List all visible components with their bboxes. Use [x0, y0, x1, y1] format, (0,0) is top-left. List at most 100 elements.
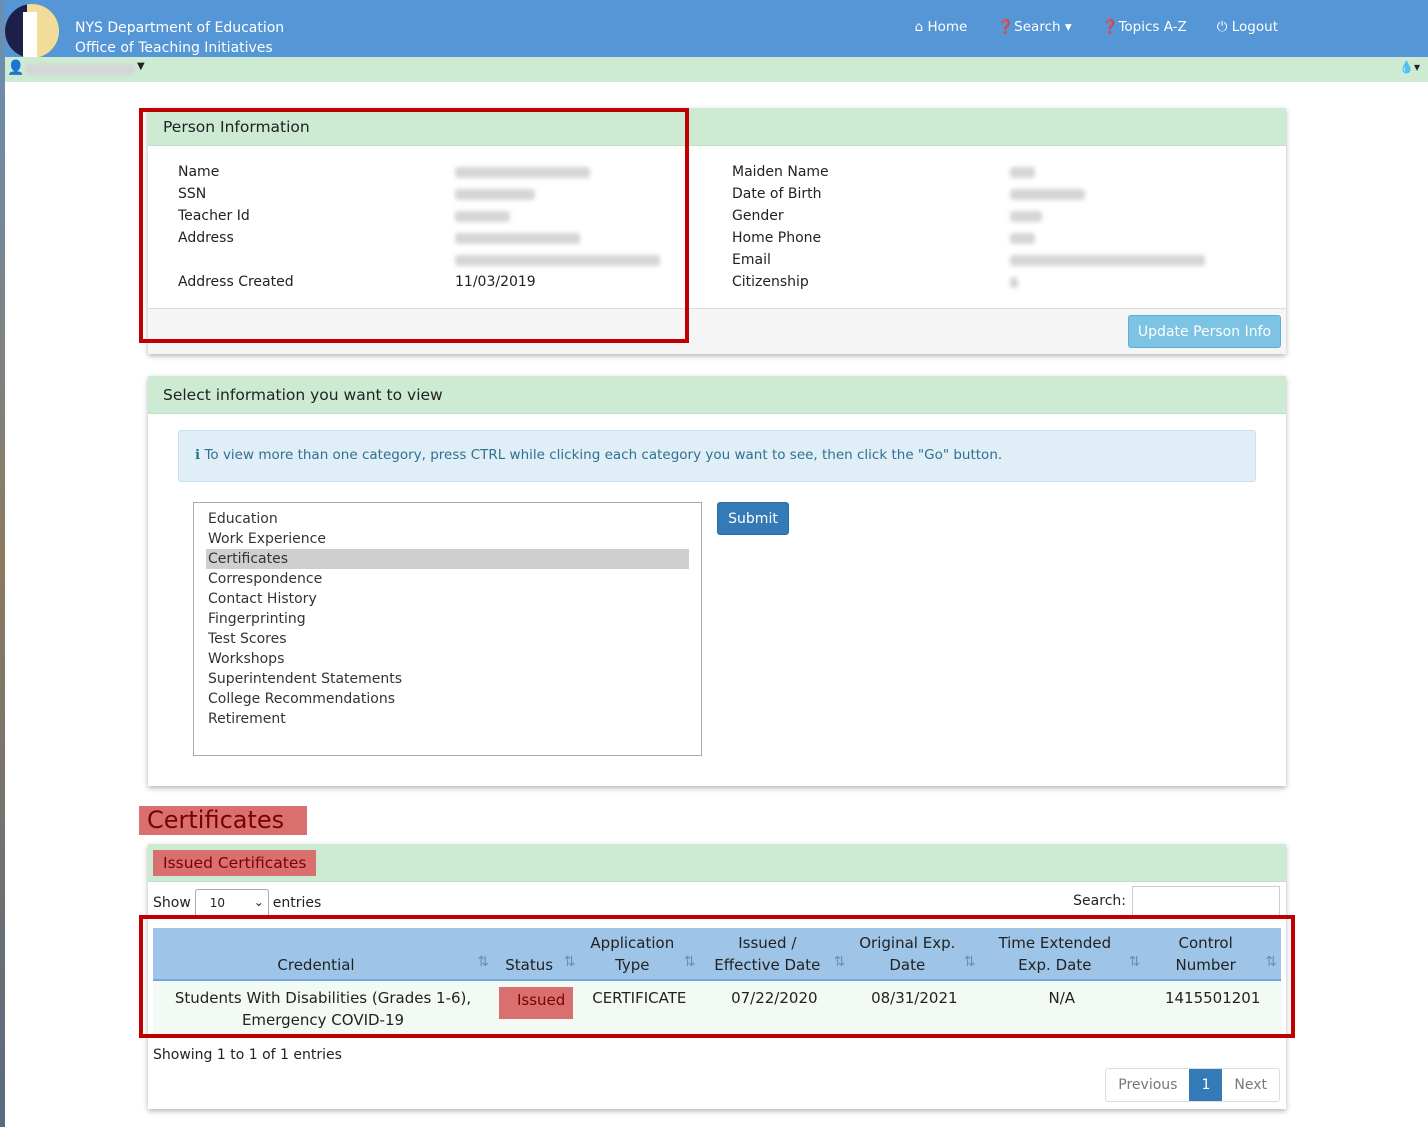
pagination: Previous 1 Next — [1105, 1068, 1280, 1102]
label-home-phone: Home Phone — [732, 230, 822, 246]
col-label: Application Type — [590, 934, 675, 974]
label-maiden-name: Maiden Name — [732, 164, 829, 180]
option-fingerprinting[interactable]: Fingerprinting — [206, 609, 689, 629]
page-size-control: Show 10 ⌄ entries — [153, 889, 321, 917]
search-label: Search: — [1073, 893, 1126, 909]
logo — [5, 4, 59, 58]
user-name-redacted[interactable] — [25, 64, 135, 75]
page-size-select[interactable]: 10 ⌄ — [194, 889, 269, 917]
select-info-panel: Select information you want to view ℹ To… — [148, 376, 1286, 786]
show-label: Show — [153, 895, 191, 911]
label-address-created: Address Created — [178, 274, 294, 290]
table-header: Credential ⇅ Status ⇅ Application Type ⇅ Is… — [153, 928, 1281, 981]
theme-drop-icon[interactable]: 💧▾ — [1399, 60, 1420, 74]
person-right-labels: Maiden Name Date of Birth Gender Home Ph… — [732, 161, 829, 293]
nav-home[interactable]: ⌂ Home — [915, 19, 968, 35]
page-size-value: 10 — [209, 896, 226, 910]
site-title[interactable]: NYS Department of Education Office of Tea… — [75, 18, 284, 58]
option-correspondence[interactable]: Correspondence — [206, 569, 689, 589]
cell-original-exp: 08/31/2021 — [849, 980, 980, 1037]
previous-button[interactable]: Previous — [1106, 1069, 1189, 1101]
redacted-value — [455, 254, 660, 266]
sort-icon: ⇅ — [683, 954, 696, 970]
cell-credential: Students With Disabilities (Grades 1-6),… — [153, 980, 493, 1037]
user-icon: 👤 — [7, 60, 25, 76]
question-circle-icon: ❓ — [997, 19, 1015, 35]
col-issued-date[interactable]: Issued / Effective Date ⇅ — [699, 928, 850, 981]
col-control-number[interactable]: Control Number ⇅ — [1144, 928, 1281, 981]
sort-icon: ⇅ — [563, 954, 576, 970]
nav-label: Search ▾ — [1014, 19, 1072, 35]
option-college-recommendations[interactable]: College Recommendations — [206, 689, 689, 709]
panel-title: Person Information — [148, 108, 1286, 146]
info-text: To view more than one category, press CT… — [204, 447, 1003, 463]
sort-icon: ⇅ — [1128, 954, 1141, 970]
panel-title: Select information you want to view — [148, 376, 1286, 414]
option-superintendent-statements[interactable]: Superintendent Statements — [206, 669, 689, 689]
nav-label: Logout — [1231, 19, 1278, 35]
certificates-table: Credential ⇅ Status ⇅ Application Type ⇅ Is… — [153, 928, 1281, 1037]
nav-label: Topics A-Z — [1118, 19, 1187, 35]
search-input[interactable] — [1132, 886, 1280, 916]
col-label: Credential — [277, 956, 355, 974]
search-control: Search: — [1073, 886, 1280, 916]
chevron-down-icon[interactable]: ▼ — [137, 61, 145, 72]
user-bar: 👤 ▼ 💧▾ — [5, 57, 1428, 82]
redacted-value — [1010, 276, 1018, 288]
option-certificates[interactable]: Certificates — [206, 549, 689, 569]
nav-search[interactable]: ❓Search ▾ — [997, 19, 1071, 35]
entries-label: entries — [272, 895, 322, 911]
next-button[interactable]: Next — [1222, 1069, 1279, 1101]
col-application-type[interactable]: Application Type ⇅ — [579, 928, 700, 981]
label-name: Name — [178, 164, 220, 180]
redacted-value — [1010, 188, 1085, 200]
nav-topics[interactable]: ❓Topics A-Z — [1102, 19, 1187, 35]
option-test-scores[interactable]: Test Scores — [206, 629, 689, 649]
col-time-extended[interactable]: Time Extended Exp. Date ⇅ — [979, 928, 1145, 981]
nav-label: Home — [927, 19, 968, 35]
cell-status: Issued — [493, 980, 580, 1037]
cell-time-extended: N/A — [979, 980, 1145, 1037]
label-dob: Date of Birth — [732, 186, 822, 202]
col-label: Status — [505, 956, 554, 974]
sort-icon: ⇅ — [1265, 954, 1277, 970]
col-label: Time Extended Exp. Date — [998, 934, 1112, 974]
info-icon: ℹ — [195, 447, 201, 463]
update-person-info-button[interactable]: Update Person Info — [1128, 315, 1281, 348]
question-circle-icon: ❓ — [1101, 19, 1119, 35]
sort-icon: ⇅ — [477, 954, 489, 970]
person-right-values — [1010, 161, 1205, 293]
nav-logout[interactable]: ⏻ Logout — [1217, 19, 1278, 35]
header: NYS Department of Education Office of Tea… — [5, 0, 1428, 58]
home-icon: ⌂ — [914, 19, 924, 35]
cell-application-type: CERTIFICATE — [579, 980, 700, 1037]
page-1-button[interactable]: 1 — [1189, 1069, 1223, 1101]
redacted-value — [1010, 254, 1205, 266]
option-work-experience[interactable]: Work Experience — [206, 529, 689, 549]
label-ssn: SSN — [178, 186, 207, 202]
col-label: Issued / Effective Date — [714, 934, 821, 974]
top-nav: ⌂ Home ❓Search ▾ ❓Topics A-Z ⏻ Logout — [915, 19, 1278, 35]
col-status[interactable]: Status ⇅ — [493, 928, 580, 981]
power-icon: ⏻ — [1216, 19, 1228, 35]
category-listbox[interactable]: Education Work Experience Certificates C… — [193, 502, 702, 756]
redacted-value — [1010, 166, 1035, 178]
col-credential[interactable]: Credential ⇅ — [153, 928, 493, 981]
submit-button[interactable]: Submit — [717, 502, 789, 535]
sort-icon: ⇅ — [833, 954, 846, 970]
value-address-created: 11/03/2019 — [455, 274, 536, 290]
option-retirement[interactable]: Retirement — [206, 709, 689, 729]
chevron-down-icon: ⌄ — [253, 895, 264, 909]
label-teacher-id: Teacher Id — [178, 208, 250, 224]
person-left-values: 11/03/2019 — [455, 161, 660, 293]
option-contact-history[interactable]: Contact History — [206, 589, 689, 609]
panel-footer — [148, 308, 1286, 354]
label-gender: Gender — [732, 208, 784, 224]
option-education[interactable]: Education — [206, 509, 689, 529]
col-original-exp[interactable]: Original Exp. Date ⇅ — [849, 928, 980, 981]
label-address: Address — [178, 230, 234, 246]
option-workshops[interactable]: Workshops — [206, 649, 689, 669]
certificates-heading: Certificates — [139, 806, 307, 835]
issued-certificates-panel: Issued Certificates Show 10 ⌄ entries Sea… — [148, 844, 1286, 1109]
panel-header: Issued Certificates — [148, 844, 1286, 882]
